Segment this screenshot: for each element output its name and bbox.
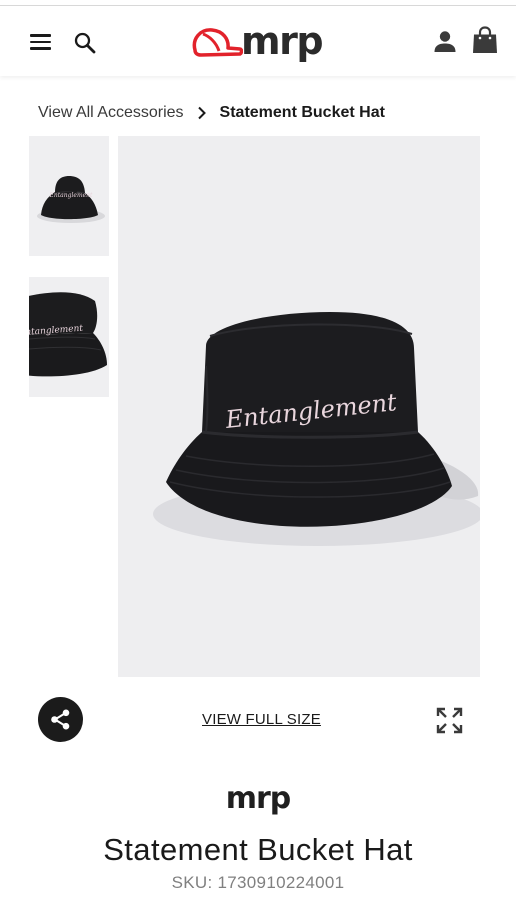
logo-wordmark: mrp <box>241 19 324 63</box>
bucket-hat-image: Entanglement <box>153 312 480 546</box>
product-sku: SKU: 1730910224001 <box>171 873 345 892</box>
thumbnail-side[interactable]: Entanglement <box>29 277 109 397</box>
hamburger-icon[interactable] <box>30 34 51 50</box>
product-brand: mrp <box>225 781 292 816</box>
thumbnail-front[interactable]: Entanglement <box>29 136 109 256</box>
product-title: Statement Bucket Hat <box>103 832 413 867</box>
site-header: mrp <box>0 6 516 76</box>
person-icon[interactable] <box>433 30 457 54</box>
hat-embroidery-text: Entanglement <box>49 192 94 199</box>
share-button[interactable] <box>38 697 83 742</box>
search-icon[interactable] <box>73 31 97 55</box>
mrp-logo[interactable]: mrp <box>189 20 329 66</box>
chevron-right-icon <box>184 103 220 123</box>
share-icon <box>51 709 70 730</box>
cap-logo-icon <box>192 28 243 57</box>
breadcrumb: View All Accessories Statement Bucket Ha… <box>38 103 385 123</box>
main-product-image[interactable]: Entanglement <box>118 136 480 677</box>
breadcrumb-current: Statement Bucket Hat <box>219 104 385 121</box>
breadcrumb-link-accessories[interactable]: View All Accessories <box>38 104 184 122</box>
shopping-bag-icon[interactable] <box>472 26 498 54</box>
hat-closeup-image: Entanglement <box>29 292 107 377</box>
expand-icon[interactable] <box>436 707 463 734</box>
hat-thumbnail-image: Entanglement <box>37 176 105 223</box>
view-full-size-link[interactable]: VIEW FULL SIZE <box>202 711 321 728</box>
